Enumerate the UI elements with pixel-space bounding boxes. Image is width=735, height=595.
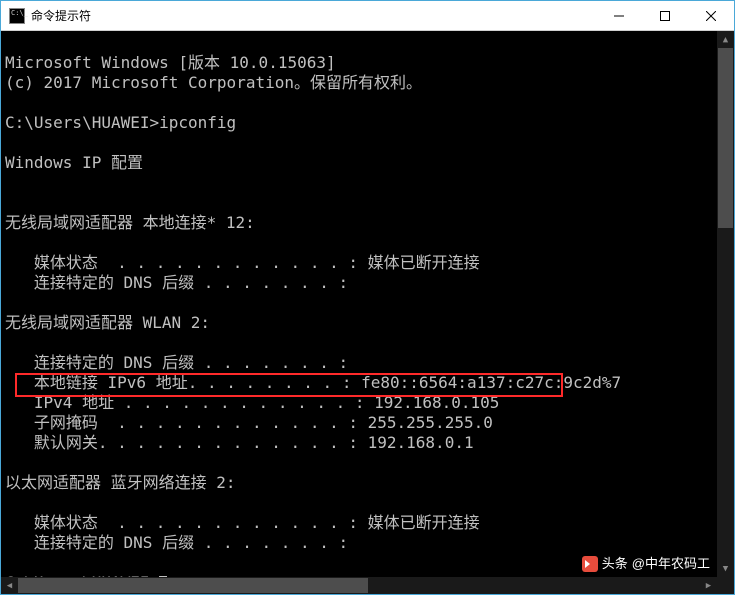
command-prompt-window: 命令提示符 Microsoft Windows [版本 10.0.15063] … bbox=[0, 0, 735, 595]
horizontal-scrollbar[interactable]: ◀ ▶ bbox=[1, 577, 717, 594]
window-controls bbox=[596, 1, 734, 30]
close-button[interactable] bbox=[688, 1, 734, 30]
scroll-left-arrow-icon[interactable]: ◀ bbox=[1, 577, 18, 594]
window-title: 命令提示符 bbox=[31, 7, 596, 24]
minimize-button[interactable] bbox=[596, 1, 642, 30]
scroll-right-arrow-icon[interactable]: ▶ bbox=[700, 577, 717, 594]
ipv4-address: 192.168.0.105 bbox=[374, 393, 499, 412]
vertical-scrollbar[interactable]: ▲ ▼ bbox=[717, 31, 734, 577]
terminal-output[interactable]: Microsoft Windows [版本 10.0.15063] (c) 20… bbox=[1, 31, 734, 594]
terminal-text: Microsoft Windows [版本 10.0.15063] (c) 20… bbox=[5, 53, 730, 593]
maximize-button[interactable] bbox=[642, 1, 688, 30]
scroll-up-arrow-icon[interactable]: ▲ bbox=[717, 31, 734, 48]
toutiao-logo-icon bbox=[582, 556, 598, 572]
scroll-corner bbox=[717, 577, 734, 594]
cmd-icon bbox=[9, 8, 25, 24]
horizontal-scroll-thumb[interactable] bbox=[18, 578, 368, 593]
titlebar[interactable]: 命令提示符 bbox=[1, 1, 734, 31]
scroll-down-arrow-icon[interactable]: ▼ bbox=[717, 560, 734, 577]
watermark: 头条 @中年农码工 bbox=[582, 554, 710, 574]
vertical-scroll-thumb[interactable] bbox=[718, 48, 733, 228]
command-input: ipconfig bbox=[159, 113, 236, 132]
